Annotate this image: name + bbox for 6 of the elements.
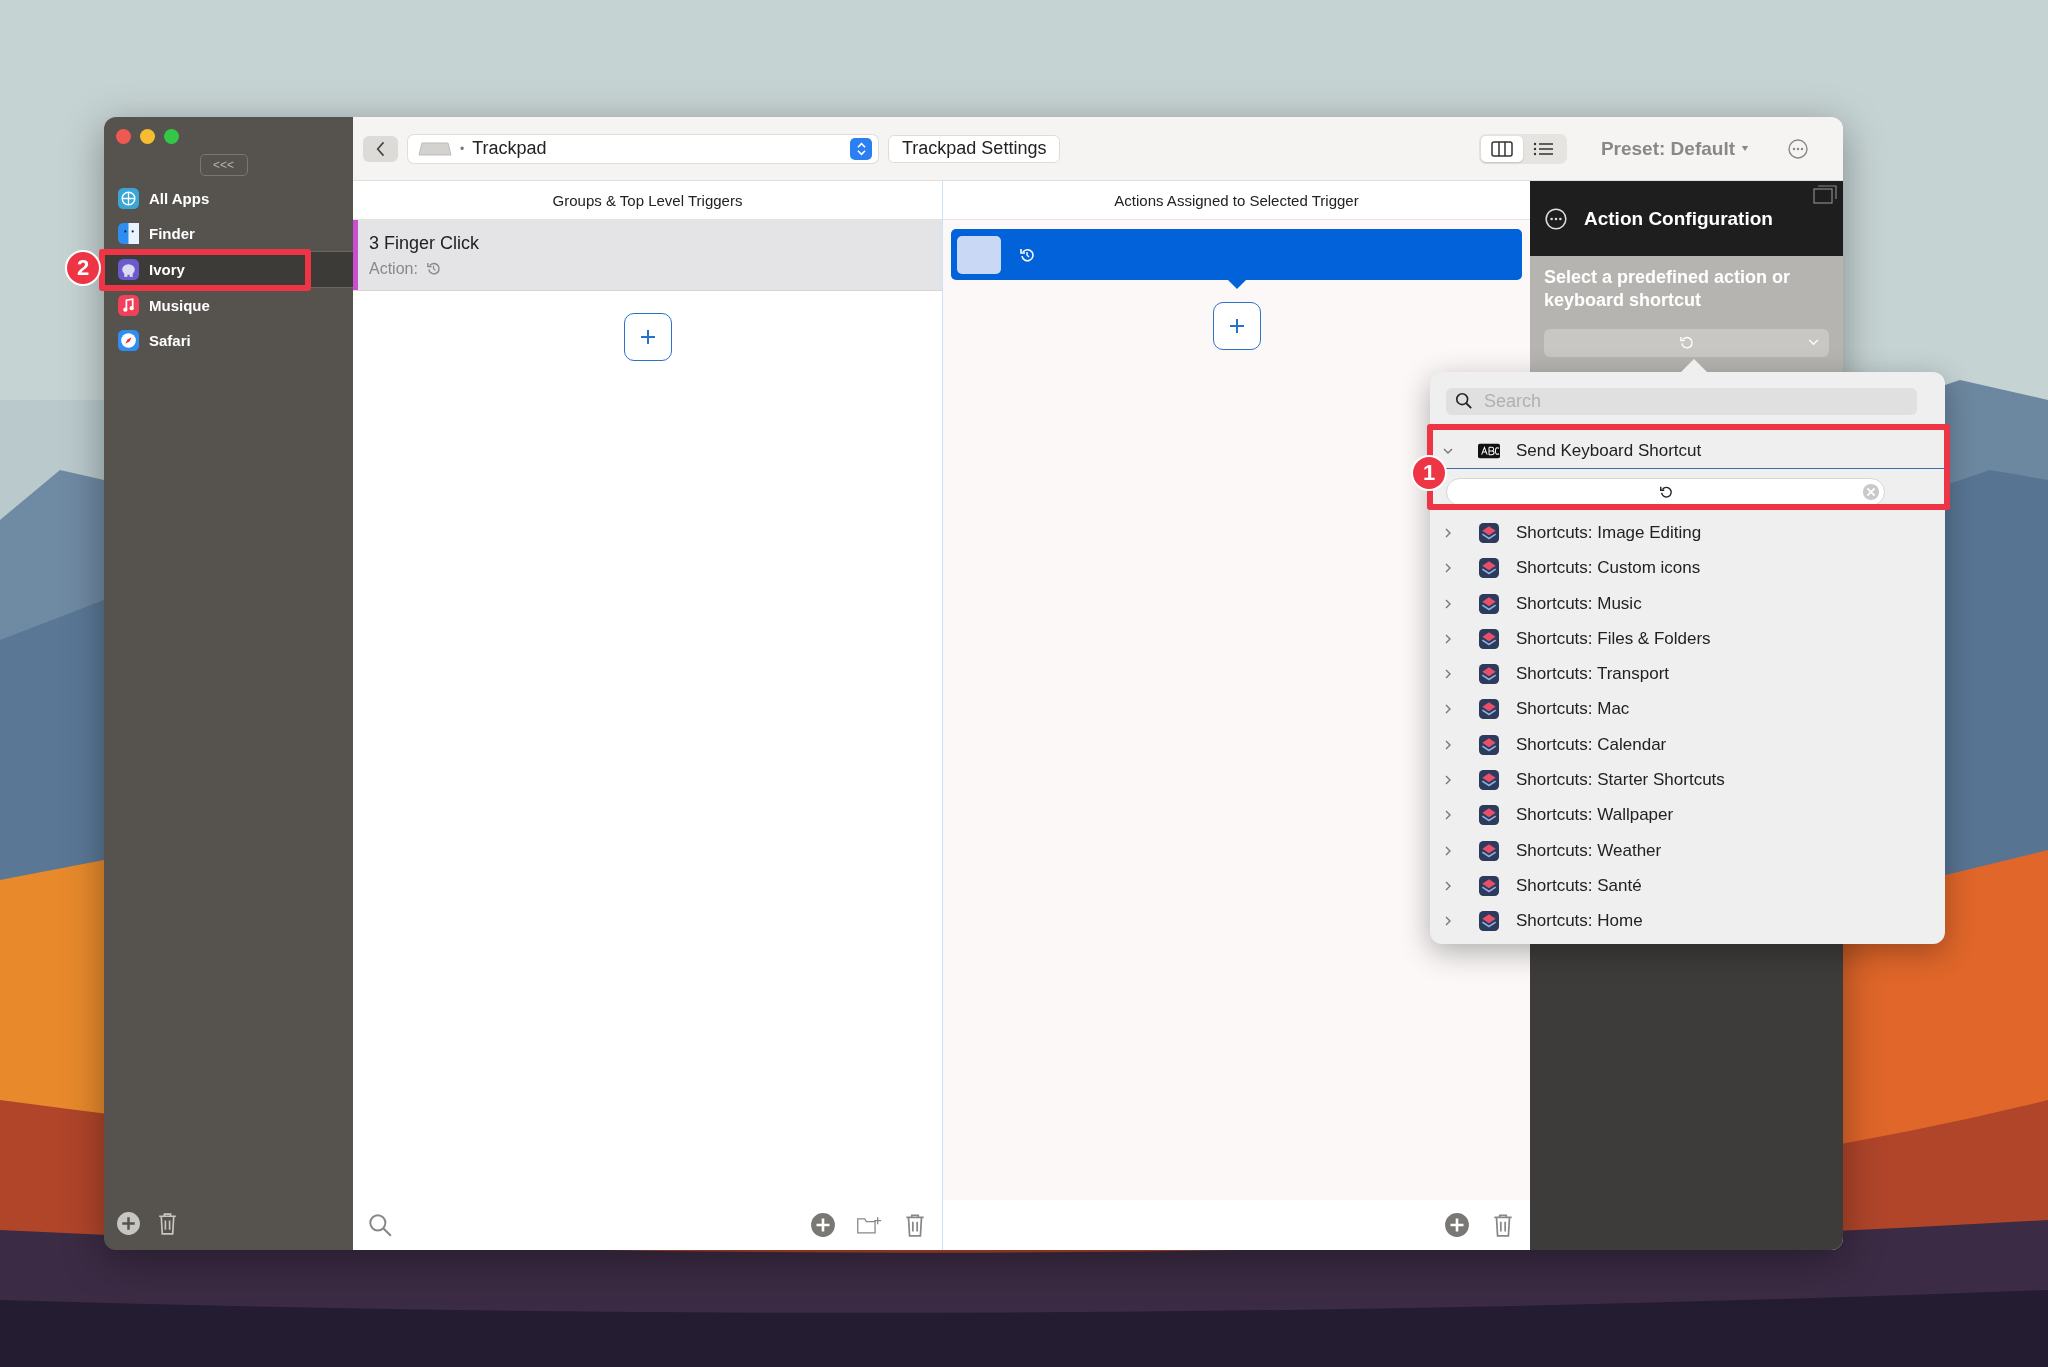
- separator: •: [460, 141, 465, 156]
- column-header: Actions Assigned to Selected Trigger: [943, 181, 1530, 220]
- action-label: Action:: [369, 259, 418, 278]
- trigger-title: 3 Finger Click: [369, 232, 480, 254]
- prompt-text: Select a predefined action or keyboard shortcut: [1544, 266, 1792, 313]
- panel-title: Action Configuration: [1584, 207, 1773, 230]
